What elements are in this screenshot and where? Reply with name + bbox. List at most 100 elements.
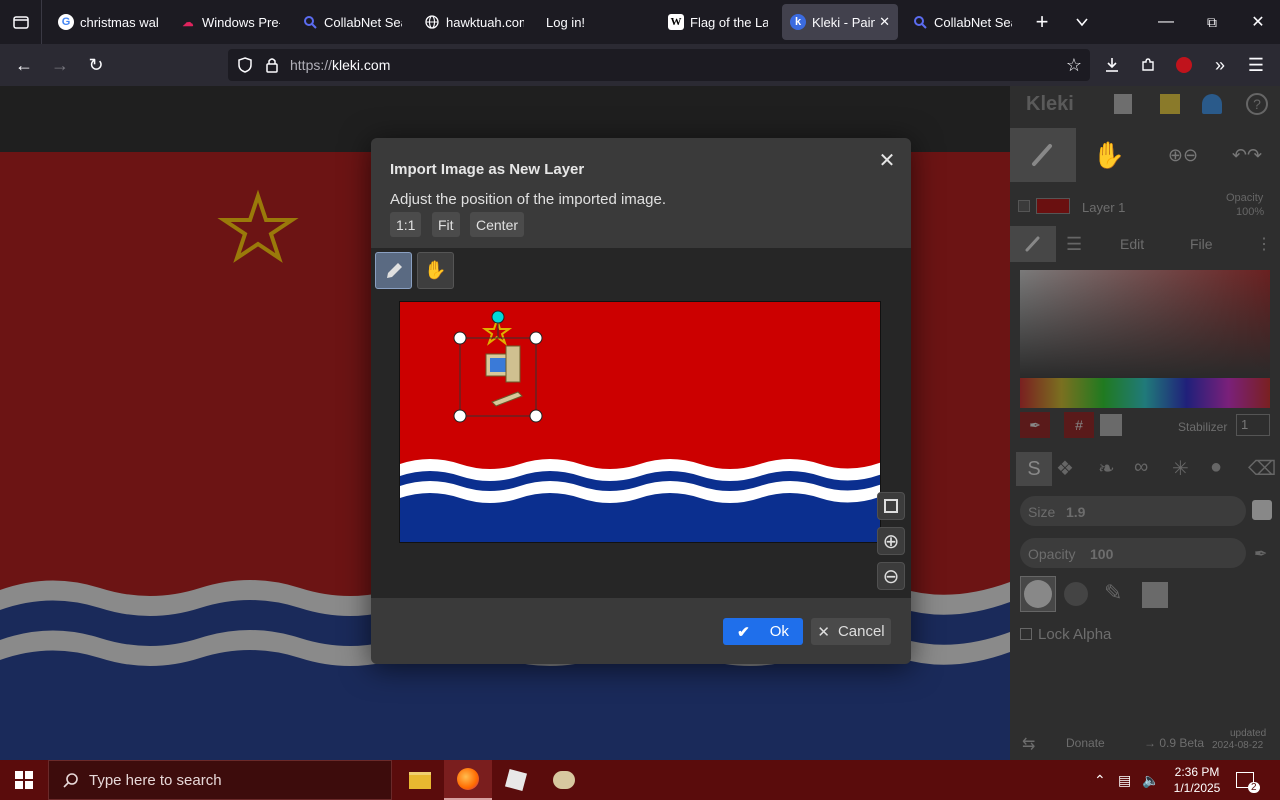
tab-kleki[interactable]: k Kleki - Paint ✕ [782,4,898,40]
undo-redo-button[interactable]: ↶↷ [1214,128,1280,182]
rotate-handle[interactable] [491,310,505,324]
center-button[interactable]: Center [470,212,525,237]
more-tools-button[interactable]: » [1202,44,1238,86]
downloads-button[interactable] [1094,44,1130,86]
file-tab[interactable]: File [1190,236,1213,252]
tab-flag-wikipedia[interactable]: W Flag of the Lat [660,4,776,40]
fit-button[interactable]: Fit [432,212,460,237]
tab-close-icon[interactable]: ✕ [879,14,890,30]
close-window-button[interactable]: ✕ [1238,0,1278,44]
folder-icon[interactable] [1160,94,1180,114]
lock-alpha-checkbox[interactable] [1020,628,1032,640]
clock[interactable]: 2:36 PM 1/1/2025 [1168,764,1226,796]
url-prefix: https:// [290,57,333,73]
round-brush-shape[interactable] [1020,576,1056,612]
account-icon[interactable] [1202,94,1222,114]
minimize-button[interactable]: — [1146,0,1186,44]
brush-tool-button[interactable] [1010,128,1076,182]
blend-brush-icon[interactable]: ❖ [1056,456,1074,481]
extensions-button[interactable] [1130,44,1166,86]
reload-button[interactable]: ↻ [78,44,114,86]
bookmark-button[interactable]: ☆ [1056,44,1092,86]
file-explorer-button[interactable] [396,760,444,800]
tab-overflow-button[interactable] [1068,0,1096,44]
url-text[interactable]: https://kleki.com [290,57,390,73]
brush-tab[interactable] [1010,226,1056,262]
url-bar[interactable]: https://kleki.com [228,49,1090,81]
soft-brush-shape[interactable] [1064,582,1088,606]
help-icon[interactable]: ? [1246,93,1268,115]
zoom-in-button[interactable]: ⊕ [877,527,905,555]
lock-icon[interactable] [264,56,280,74]
paint-app-button[interactable] [540,760,588,800]
square-brush-shape[interactable] [1142,582,1168,608]
chemy-brush-icon[interactable]: ✳ [1172,456,1189,481]
tab-christmas[interactable]: G christmas wall [50,4,166,40]
resize-handle-bottom-left[interactable] [453,409,467,423]
firefox-button[interactable] [444,760,492,800]
layer-visibility-checkbox[interactable] [1018,200,1030,212]
smudge-brush-icon[interactable]: ● [1210,456,1222,479]
tab-collabnet-1[interactable]: CollabNet Sear [294,4,410,40]
pan-tool-button[interactable]: ✋ [417,252,454,289]
dialog-close-button[interactable]: ✕ [875,148,899,172]
hue-slider[interactable] [1020,378,1270,408]
donate-link[interactable]: Donate [1066,736,1105,750]
tab-list-button[interactable] [0,0,42,44]
hand-tool-button[interactable]: ✋ [1076,128,1142,182]
google-icon: G [58,14,74,30]
eyedropper-icon[interactable]: ✒ [1020,412,1050,438]
layer-preview-row[interactable]: Layer 1 Opacity 100% [1010,190,1280,224]
tray-overflow-button[interactable]: ⌃ [1094,760,1112,800]
back-button[interactable]: ← [6,44,42,86]
network-button[interactable]: ▤ [1118,760,1138,800]
pixel-brush-icon[interactable]: ∞ [1134,456,1148,479]
color-saturation-picker[interactable] [1020,270,1270,378]
pen-brush-icon[interactable]: S [1016,452,1052,486]
swap-icon[interactable]: ⇆ [1022,734,1035,754]
edit-size-icon[interactable] [1252,500,1272,520]
notifications-button[interactable]: 2 [1236,760,1264,800]
resize-handle-top-left[interactable] [453,331,467,345]
lock-alpha-row[interactable]: Lock Alpha [1010,624,1280,648]
fit-view-button[interactable] [877,492,905,520]
zoom-button[interactable]: ⊕⊖ [1150,128,1216,182]
menu-button[interactable]: ☰ [1238,44,1274,86]
actual-size-button[interactable]: 1:1 [390,212,422,237]
layers-tab-icon[interactable]: ☰ [1066,234,1082,255]
ok-button[interactable]: ✔ Ok [723,618,803,645]
eraser-icon[interactable]: ⌫ [1248,456,1276,481]
stabilizer-select[interactable]: 1 [1236,414,1270,436]
secondary-color-swatch[interactable] [1100,414,1122,436]
hex-input-button[interactable]: # [1064,412,1094,438]
opacity-slider[interactable]: Opacity 100 [1020,538,1246,568]
tab-login[interactable]: Log in! [538,4,654,40]
zoom-out-button[interactable]: ⊖ [877,562,905,590]
tab-windows-preview[interactable]: ☁ Windows Pre-r [172,4,288,40]
import-preview[interactable] [399,301,881,543]
resize-handle-bottom-right[interactable] [529,409,543,423]
restore-button[interactable]: ⧉ [1192,0,1232,44]
calligraphy-brush-shape[interactable]: ✎ [1104,580,1122,606]
size-slider[interactable]: Size 1.9 [1020,496,1246,526]
new-image-icon[interactable] [1114,94,1132,114]
tab-hawktuah[interactable]: hawktuah.com [416,4,532,40]
cancel-button[interactable]: ✕ Cancel [811,618,891,645]
new-tab-button[interactable]: + [1028,0,1056,44]
layer-opacity-label: Opacity [1226,192,1264,204]
tab-collabnet-2[interactable]: CollabNet Sear [904,4,1020,40]
shield-icon[interactable] [236,56,254,74]
resize-handle-top-right[interactable] [529,331,543,345]
ublock-button[interactable] [1166,44,1202,86]
roblox-button[interactable] [492,760,540,800]
forward-button[interactable]: → [42,44,78,86]
sketchy-brush-icon[interactable]: ❧ [1098,456,1115,481]
edit-opacity-icon[interactable]: ✒ [1254,544,1267,564]
more-vertical-icon[interactable]: ⋮ [1256,234,1272,254]
search-icon [302,14,318,30]
start-button[interactable] [0,760,48,800]
transform-tool-button[interactable] [375,252,412,289]
edit-tab[interactable]: Edit [1120,236,1144,252]
volume-button[interactable]: 🔈 [1142,760,1162,800]
taskbar-search-box[interactable]: Type here to search [48,760,392,800]
